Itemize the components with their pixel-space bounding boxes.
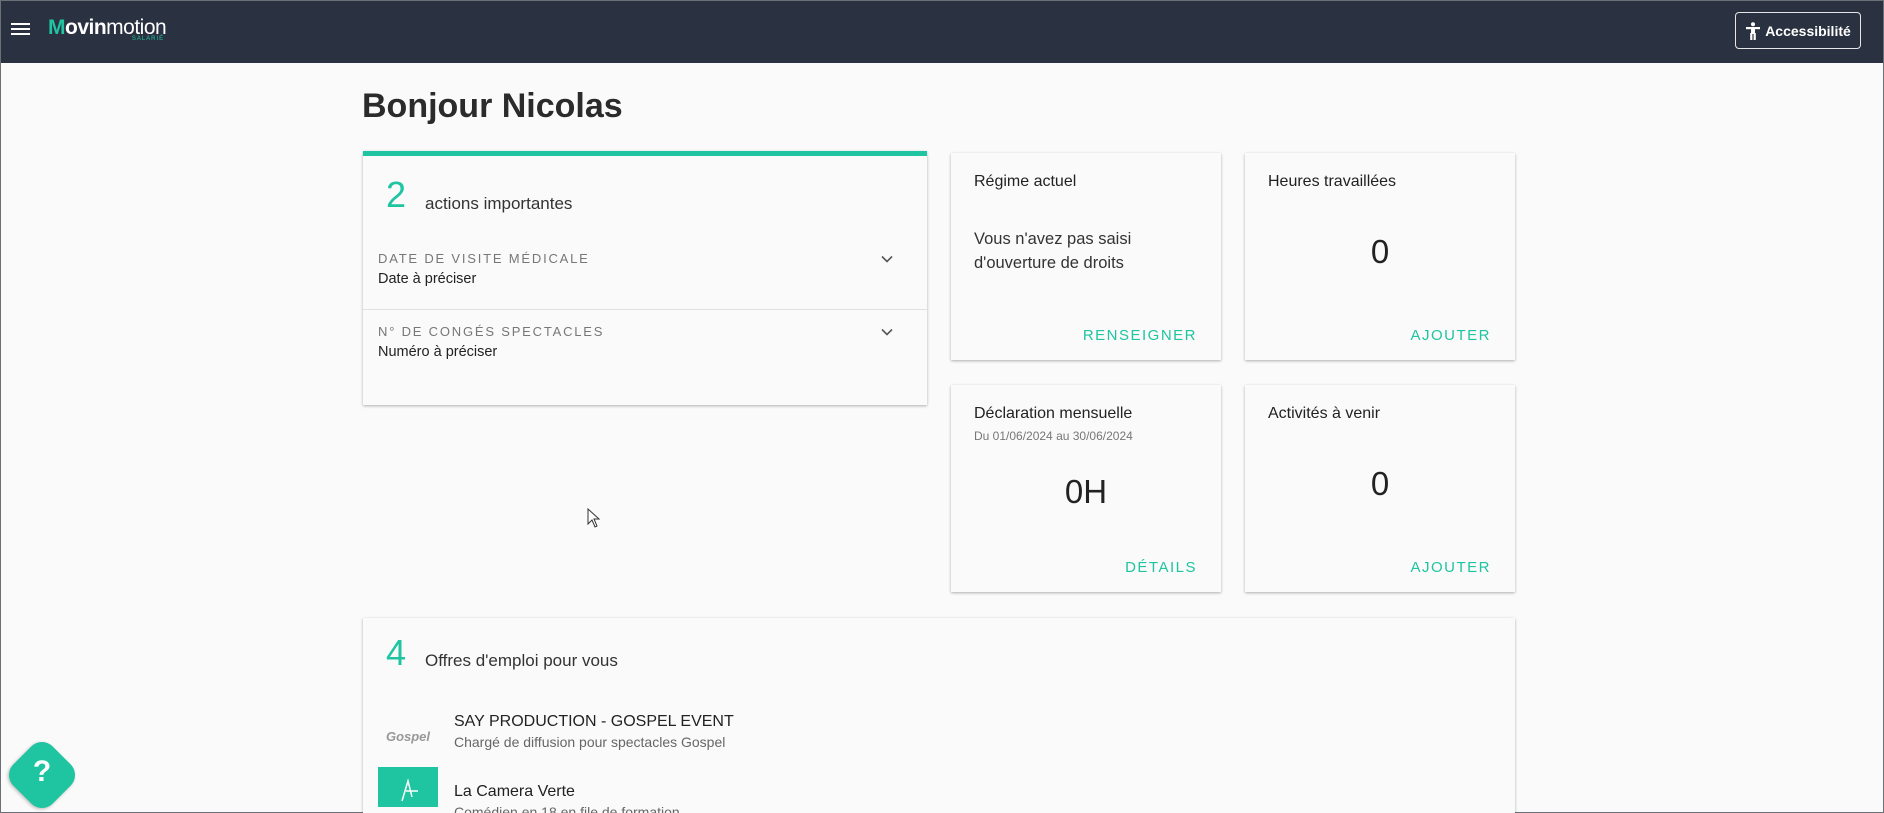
top-bar: Movinmotion SALARIÉ Accessibilité [1,1,1883,63]
heures-title: Heures travaillées [1268,173,1397,190]
job-item[interactable]: La Camera Verte Comédien en 18 en file d… [378,767,1078,813]
activites-title: Activités à venir [1268,405,1381,422]
action-item-conges-spectacles[interactable]: N° DE CONGÉS SPECTACLES Numéro à précise… [363,324,927,380]
logo[interactable]: Movinmotion SALARIÉ [48,16,167,42]
declaration-title: Déclaration mensuelle [974,405,1133,422]
details-button[interactable]: DÉTAILS [1125,559,1197,576]
help-button[interactable] [2,735,82,813]
chevron-down-icon[interactable] [881,253,893,265]
heures-card: Heures travaillées 0 AJOUTER [1245,153,1515,360]
action-caption: DATE DE VISITE MÉDICALE [378,251,590,266]
action-value: Numéro à préciser [378,344,498,360]
activites-count: 0 [1370,465,1390,502]
regime-title: Régime actuel [974,173,1077,190]
actions-label: actions importantes [425,194,573,213]
regime-body: Vous n'avez pas saisi d'ouverture de dro… [974,230,1132,272]
job-logo: Gospel [385,728,431,744]
job-name: La Camera Verte [454,783,575,800]
action-item-medical-visit[interactable]: DATE DE VISITE MÉDICALE Date à préciser [363,251,927,307]
accessibility-button[interactable]: Accessibilité [1735,12,1861,49]
activites-card: Activités à venir 0 AJOUTER [1245,385,1515,592]
jobs-label: Offres d'emploi pour vous [425,651,618,670]
chevron-down-icon[interactable] [881,326,893,338]
regime-card: Régime actuel Vous n'avez pas saisi d'ou… [951,153,1221,360]
jobs-card: 4 Offres d'emploi pour vous Gospel SAY P… [363,618,1515,813]
camera-verte-logo-icon [401,778,418,802]
ajouter-activite-button[interactable]: AJOUTER [1410,559,1491,576]
declaration-card: Déclaration mensuelle Du 01/06/2024 au 3… [951,385,1221,592]
heures-count: 0 [1370,233,1390,270]
job-description: Chargé de diffusion pour spectacles Gosp… [454,734,726,750]
job-item[interactable]: Gospel SAY PRODUCTION - GOSPEL EVENT Cha… [378,713,1078,773]
divider [363,309,927,310]
job-logo [378,767,438,807]
mouse-cursor-icon [587,508,601,528]
declaration-count: 0H [1064,473,1108,510]
actions-card: 2 actions importantes DATE DE VISITE MÉD… [363,151,927,405]
accessibility-label: Accessibilité [1765,22,1851,39]
action-caption: N° DE CONGÉS SPECTACLES [378,324,605,339]
ajouter-heures-button[interactable]: AJOUTER [1410,327,1491,344]
accessibility-icon [1746,21,1761,40]
jobs-count: 4 [386,632,407,673]
logo-subtitle: SALARIÉ [131,36,165,42]
declaration-period: Du 01/06/2024 au 30/06/2024 [974,429,1133,443]
action-value: Date à préciser [378,271,477,287]
renseigner-button[interactable]: RENSEIGNER [1083,327,1197,344]
job-name: SAY PRODUCTION - GOSPEL EVENT [454,713,734,730]
actions-count: 2 [386,174,407,215]
page-title: Bonjour Nicolas [362,87,623,125]
hamburger-menu-icon[interactable] [9,20,31,42]
job-description: Comédien en 18 en file de formation [454,804,680,813]
